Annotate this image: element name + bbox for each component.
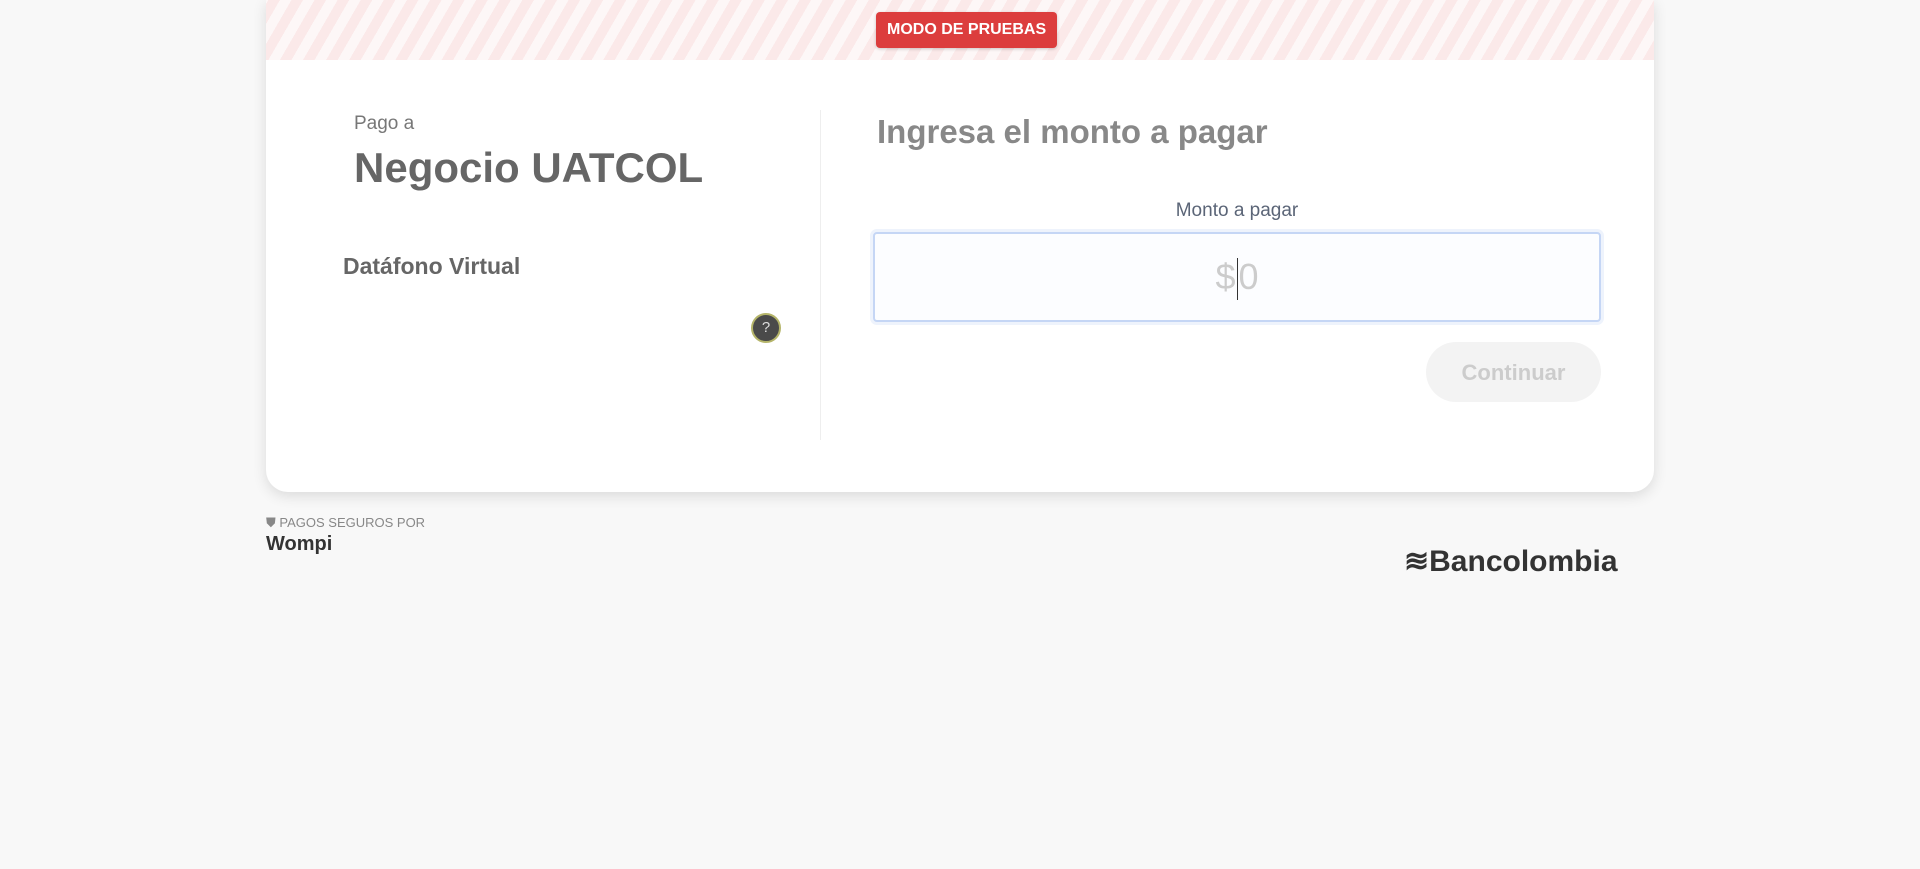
test-mode-banner: MODO DE PRUEBAS bbox=[266, 0, 1654, 60]
amount-label: Monto a pagar bbox=[1175, 200, 1299, 221]
help-icon[interactable]: ? bbox=[751, 313, 781, 343]
wompi-logo: Wompi bbox=[266, 533, 333, 555]
secure-text: PAGOS SEGUROS POR bbox=[279, 515, 426, 530]
bancolombia-icon: ≋ bbox=[1404, 545, 1430, 578]
form-title: Ingresa el monto a pagar bbox=[877, 113, 1268, 150]
bancolombia-logo: ≋Bancolombia bbox=[1404, 544, 1618, 579]
text-caret bbox=[1236, 258, 1238, 301]
secure-payments: ⛊ PAGOS SEGUROS POR bbox=[266, 515, 425, 531]
shield-icon: ⛊ bbox=[266, 515, 276, 530]
divider bbox=[820, 110, 821, 440]
test-mode-badge: MODO DE PRUEBAS bbox=[876, 12, 1058, 48]
currency-symbol: $ bbox=[1215, 256, 1236, 297]
merchant-name: Negocio UATCOL bbox=[354, 144, 704, 191]
pay-to-label: Pago a bbox=[354, 113, 415, 134]
product-name: Datáfono Virtual bbox=[343, 253, 521, 279]
amount-input[interactable]: $0 bbox=[873, 232, 1601, 322]
amount-value: 0 bbox=[1238, 256, 1259, 297]
bancolombia-text: Bancolombia bbox=[1429, 545, 1618, 578]
continue-button[interactable]: Continuar bbox=[1426, 342, 1601, 402]
payment-card: MODO DE PRUEBAS Pago a Negocio UATCOL Da… bbox=[266, 0, 1654, 492]
